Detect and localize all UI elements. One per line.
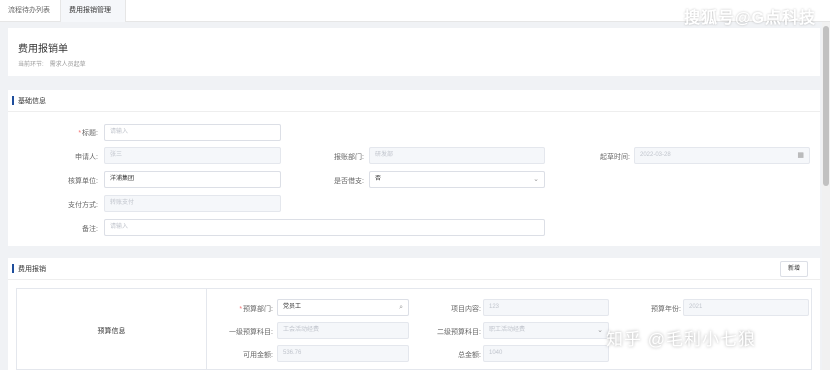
form-header: 费用报销单 当前环节: 需求人员起草 xyxy=(8,28,820,76)
current-step-value: 需求人员起草 xyxy=(49,62,86,68)
section-accent-bar xyxy=(12,264,14,273)
applicant-input: 张三 xyxy=(104,147,281,164)
subject1-input: 工会活动经费 xyxy=(277,322,409,339)
tab-process-todo[interactable]: 流程待办列表 xyxy=(0,0,58,22)
calendar-icon: ▦ xyxy=(797,152,804,159)
loan-select[interactable]: 否 ⌄ xyxy=(369,171,545,188)
avail-label: 可用金额: xyxy=(243,352,273,359)
subject2-value: 职工活动经费 xyxy=(489,327,526,333)
title-input[interactable]: 请输入 xyxy=(104,124,281,141)
applicant-label: 申请人: xyxy=(75,154,98,161)
tab-label: 流程待办列表 xyxy=(8,7,50,14)
unit-input[interactable]: 洋浦集团 xyxy=(104,171,281,188)
expense-section: 费用报销 新增 预算信息 *预算部门: 党员工 ⌕ 项目内容: 123 预算年份… xyxy=(8,258,820,370)
section-title: 基础信息 xyxy=(18,98,46,105)
unit-label: 核算单位: xyxy=(68,178,98,185)
subject1-label: 一级预算科目: xyxy=(229,329,273,336)
date-value: 2022-03-28 xyxy=(640,152,671,158)
total-input: 1040 xyxy=(483,345,609,362)
date-input: 2022-03-28 ▦ xyxy=(634,147,810,164)
section-header: 基础信息 xyxy=(8,90,820,112)
watermark-bottom: 知乎 @毛利小七狼 xyxy=(606,330,756,349)
remark-label: 备注: xyxy=(82,226,98,233)
remark-input[interactable]: 请输入 xyxy=(104,219,545,236)
page-title: 费用报销单 xyxy=(18,44,68,55)
basic-info-section: 基础信息 *标题: 请输入 申请人: 张三 报账部门: 研发部 起草时间: 20… xyxy=(8,90,820,246)
budget-dept-label: *预算部门: xyxy=(239,306,273,313)
section-title: 费用报销 xyxy=(18,266,46,273)
row-label: 预算信息 xyxy=(97,328,126,335)
tab-label: 费用报销管理 xyxy=(69,7,111,14)
current-step: 当前环节: 需求人员起草 xyxy=(18,59,86,68)
vertical-scrollbar[interactable] xyxy=(822,22,830,370)
search-icon[interactable]: ⌕ xyxy=(399,300,403,315)
date-label: 起草时间: xyxy=(600,154,630,161)
budget-dept-value: 党员工 xyxy=(283,304,302,310)
subject2-label: 二级预算科目: xyxy=(437,329,481,336)
title-label: *标题: xyxy=(78,130,98,137)
add-expense-button[interactable]: 新增 xyxy=(779,261,808,277)
scrollbar-thumb[interactable] xyxy=(823,26,829,186)
chevron-down-icon: ⌄ xyxy=(597,327,603,334)
project-input: 123 xyxy=(483,299,609,316)
subject2-select: 职工活动经费 ⌄ xyxy=(483,322,609,339)
budget-dept-input[interactable]: 党员工 ⌕ xyxy=(277,299,409,316)
dept-label: 报账部门: xyxy=(334,154,364,161)
watermark-top: 搜狐号@G点科技 xyxy=(683,10,816,27)
loan-label: 是否借支: xyxy=(334,178,364,185)
budget-year-label: 预算年份: xyxy=(651,306,681,313)
loan-value: 否 xyxy=(375,176,382,182)
pay-input: 转账支付 xyxy=(104,195,281,212)
avail-input: 536.76 xyxy=(277,345,409,362)
row-label-cell: 预算信息 xyxy=(17,289,207,369)
current-step-label: 当前环节: xyxy=(18,62,44,68)
section-header: 费用报销 新增 xyxy=(8,258,820,280)
tab-expense-management[interactable]: 费用报销管理 × xyxy=(60,0,126,36)
pay-label: 支付方式: xyxy=(68,202,98,209)
section-accent-bar xyxy=(12,96,14,105)
project-label: 项目内容: xyxy=(451,306,481,313)
total-label: 总金额: xyxy=(458,352,481,359)
dept-input: 研发部 xyxy=(369,147,545,164)
budget-year-input: 2021 xyxy=(683,299,809,316)
chevron-down-icon: ⌄ xyxy=(533,176,539,183)
